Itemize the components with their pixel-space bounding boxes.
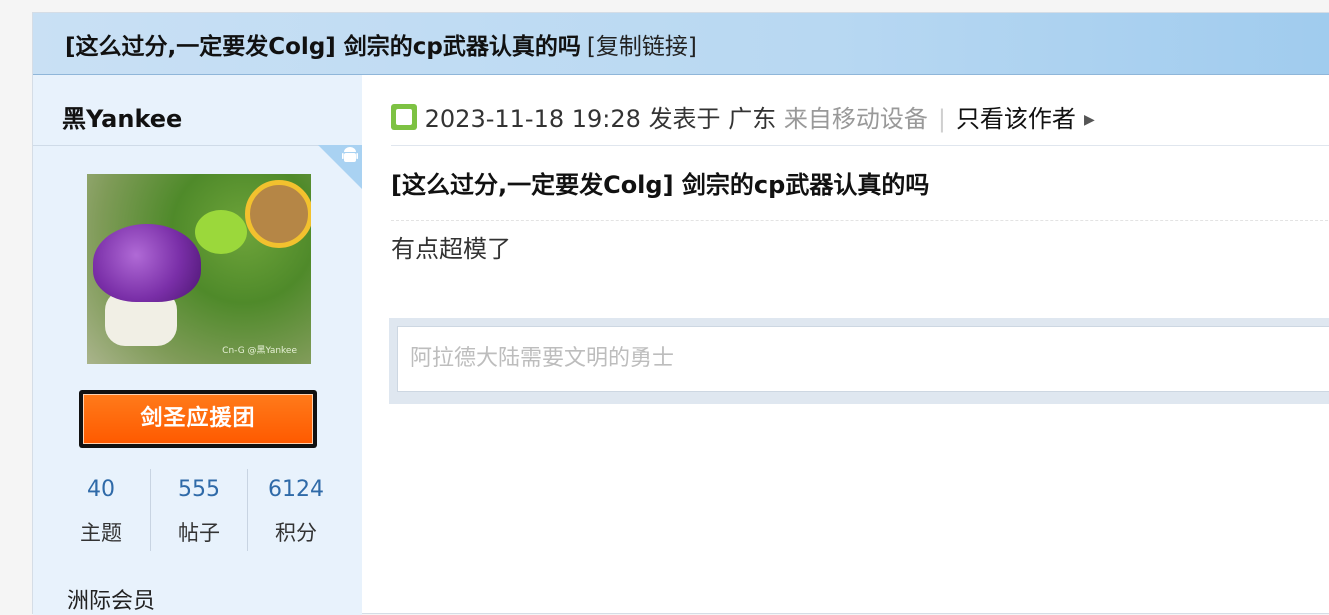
poster-icon bbox=[391, 104, 417, 130]
stat-points-value: 6124 bbox=[268, 477, 324, 502]
avatar-sunflower bbox=[245, 180, 311, 248]
meta-divider: | bbox=[937, 105, 946, 133]
post-source: 来自移动设备 bbox=[783, 105, 928, 133]
stat-topics-value: 40 bbox=[87, 477, 115, 502]
avatar-credit: Cn-G @黑Yankee bbox=[222, 346, 297, 356]
post-title: [这么过分,一定要发Colg] 剑宗的cp武器认真的吗 bbox=[391, 171, 930, 199]
post-content: 2023-11-18 19:28 发表于 广东 来自移动设备 | 只看该作者 ▶ [这… bbox=[362, 75, 1329, 615]
meta-divider-line bbox=[391, 145, 1329, 146]
stat-posts[interactable]: 555 帖子 bbox=[151, 465, 247, 551]
stat-points[interactable]: 6124 积分 bbox=[248, 465, 344, 551]
post-body: 有点超模了 bbox=[391, 235, 511, 263]
stat-topics[interactable]: 40 主题 bbox=[53, 465, 149, 551]
stat-topics-label: 主题 bbox=[80, 521, 122, 545]
author-sidebar: 黑Yankee Cn-G @黑Yankee 剑圣应援团 40 主题 555 帖子… bbox=[33, 75, 362, 615]
stat-posts-value: 555 bbox=[178, 477, 220, 502]
copy-link-button[interactable]: [复制链接] bbox=[587, 34, 697, 60]
triangle-right-icon: ▶ bbox=[1083, 112, 1095, 128]
group-badge-label: 剑圣应援团 bbox=[83, 394, 313, 444]
thread-title-text: [这么过分,一定要发Colg] 剑宗的cp武器认真的吗 bbox=[65, 34, 581, 60]
group-badge[interactable]: 剑圣应援团 bbox=[79, 390, 317, 448]
author-name[interactable]: 黑Yankee bbox=[62, 99, 182, 134]
thread-title: [这么过分,一定要发Colg] 剑宗的cp武器认真的吗 [复制链接] bbox=[65, 27, 697, 61]
reply-box bbox=[389, 318, 1329, 404]
stat-points-label: 积分 bbox=[275, 521, 317, 545]
avatar-mushroom-cap bbox=[93, 224, 201, 302]
avatar-peashooter bbox=[195, 210, 247, 254]
only-author-link[interactable]: 只看该作者 bbox=[956, 105, 1076, 133]
avatar[interactable]: Cn-G @黑Yankee bbox=[87, 174, 311, 364]
reply-input[interactable] bbox=[397, 326, 1329, 392]
member-level: 洲际会员 bbox=[67, 589, 156, 614]
thread-title-bar: [这么过分,一定要发Colg] 剑宗的cp武器认真的吗 [复制链接] bbox=[33, 13, 1329, 75]
user-stats: 40 主题 555 帖子 6124 积分 bbox=[53, 465, 343, 555]
post-location: 发表于 广东 bbox=[648, 105, 777, 133]
post-date: 2023-11-18 19:28 bbox=[424, 105, 641, 133]
title-divider-line bbox=[391, 220, 1329, 221]
stat-posts-label: 帖子 bbox=[178, 521, 220, 545]
android-icon bbox=[342, 147, 358, 169]
sidebar-divider bbox=[33, 145, 362, 146]
post-meta: 2023-11-18 19:28 发表于 广东 来自移动设备 | 只看该作者 ▶ bbox=[391, 99, 1095, 134]
thread-page: [这么过分,一定要发Colg] 剑宗的cp武器认真的吗 [复制链接] 黑Yanke… bbox=[32, 12, 1329, 615]
